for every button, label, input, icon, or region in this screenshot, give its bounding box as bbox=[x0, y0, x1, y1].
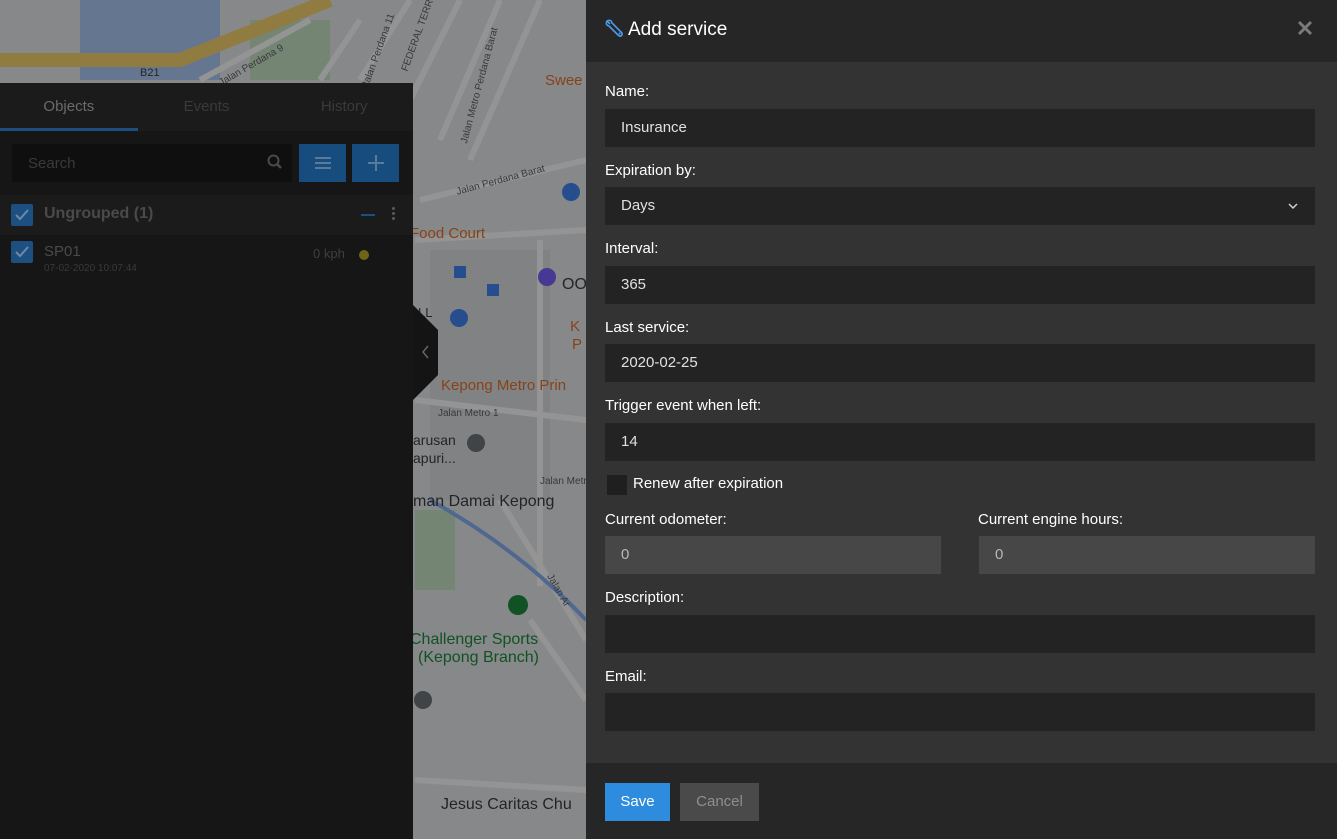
plus-icon bbox=[367, 155, 384, 171]
group-label: Ungrouped (1) bbox=[44, 205, 154, 222]
check-icon bbox=[15, 246, 29, 258]
add-object-button[interactable] bbox=[352, 144, 399, 182]
expiration-by-select[interactable]: Days bbox=[605, 187, 1315, 225]
dialog-title: Add service bbox=[628, 19, 728, 40]
check-icon bbox=[15, 209, 29, 221]
more-vertical-icon[interactable] bbox=[392, 207, 395, 222]
menu-icon bbox=[314, 157, 331, 169]
last-service-date-field[interactable]: 2020-02-25 bbox=[605, 344, 1315, 382]
email-label: Email: bbox=[605, 668, 647, 685]
wrench-icon bbox=[605, 19, 623, 37]
tab-objects[interactable]: Objects bbox=[0, 83, 138, 131]
close-icon[interactable] bbox=[1296, 19, 1314, 37]
collapse-group-icon[interactable] bbox=[361, 214, 375, 216]
search-input[interactable] bbox=[12, 144, 292, 182]
save-button[interactable]: Save bbox=[605, 783, 670, 821]
trigger-field[interactable]: 14 bbox=[605, 423, 1315, 461]
object-speed: 0 kph bbox=[313, 246, 345, 261]
engine-hours-field[interactable]: 0 bbox=[979, 536, 1315, 574]
dialog-header: Add service bbox=[586, 0, 1337, 62]
object-timestamp: 07-02-2020 10:07:44 bbox=[44, 263, 137, 274]
description-label: Description: bbox=[605, 589, 685, 606]
search-row bbox=[0, 131, 413, 189]
add-service-dialog: Add service Name: Insurance Expiration b… bbox=[586, 0, 1337, 839]
object-checkbox[interactable] bbox=[11, 241, 33, 263]
objects-sidebar: Objects Events History Search Ungrouped … bbox=[0, 83, 413, 839]
list-view-button[interactable] bbox=[299, 144, 346, 182]
object-name: SP01 bbox=[44, 243, 81, 260]
search-icon[interactable] bbox=[266, 153, 284, 171]
engine-hours-label: Current engine hours: bbox=[978, 511, 1124, 528]
group-row[interactable]: Ungrouped (1) bbox=[0, 195, 413, 235]
tab-events[interactable]: Events bbox=[138, 83, 276, 131]
name-label: Name: bbox=[605, 83, 650, 100]
group-checkbox[interactable] bbox=[11, 204, 33, 226]
email-field[interactable] bbox=[605, 693, 1315, 731]
expiration-by-label: Expiration by: bbox=[605, 162, 696, 179]
expiration-by-value: Days bbox=[621, 197, 656, 214]
description-field[interactable] bbox=[605, 615, 1315, 653]
collapse-panel-handle[interactable] bbox=[413, 305, 438, 400]
renew-label[interactable]: Renew after expiration bbox=[633, 475, 783, 492]
trigger-label: Trigger event when left: bbox=[605, 397, 762, 414]
odometer-label: Current odometer: bbox=[605, 511, 727, 528]
odometer-field[interactable]: 0 bbox=[605, 536, 941, 574]
name-field[interactable]: Insurance bbox=[605, 109, 1315, 147]
interval-field[interactable]: 365 bbox=[605, 266, 1315, 304]
sidebar-tabs: Objects Events History bbox=[0, 83, 413, 131]
renew-checkbox[interactable] bbox=[607, 475, 627, 495]
status-dot-icon bbox=[359, 250, 369, 260]
cancel-button[interactable]: Cancel bbox=[680, 783, 759, 821]
chevron-down-icon bbox=[1288, 203, 1298, 210]
last-service-label: Last service: bbox=[605, 319, 690, 336]
tab-history[interactable]: History bbox=[275, 83, 413, 131]
interval-label: Interval: bbox=[605, 240, 659, 257]
dialog-footer: Save Cancel bbox=[586, 763, 1337, 839]
